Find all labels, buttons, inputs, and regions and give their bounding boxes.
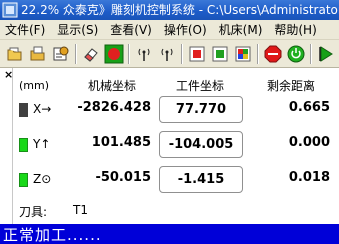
status-text: 正常加工......	[3, 225, 102, 244]
toolbar	[0, 40, 339, 68]
axis-z-indicator	[19, 173, 28, 187]
axis-y-indicator	[19, 138, 28, 152]
axis-x-indicator	[19, 103, 28, 117]
multi-square-icon	[235, 46, 250, 61]
stop-button[interactable]	[102, 42, 125, 65]
toolbar-separator	[257, 43, 258, 64]
settings-button[interactable]	[49, 42, 72, 65]
axis-z-label: Z⊙	[33, 172, 52, 186]
menu-operation[interactable]: 操作(O)	[158, 20, 213, 39]
toolbar-separator	[75, 43, 76, 64]
wireless-icon	[138, 48, 149, 61]
axis-z-work-field[interactable]: -1.415	[159, 166, 243, 193]
menu-bar: 文件(F) 显示(S) 查看(V) 操作(O) 机床(M) 帮助(H)	[0, 20, 339, 40]
axis-row-z: Z⊙ -50.015 -1.415 0.018	[0, 164, 339, 194]
reset-button[interactable]	[284, 42, 307, 65]
axis-y-label: Y↑	[33, 137, 51, 151]
menu-view[interactable]: 查看(V)	[104, 20, 158, 39]
axis-x-machine-value: -2826.428	[77, 100, 151, 115]
axis-y-work-field[interactable]: -104.005	[159, 131, 243, 158]
axis-row-x: X→ -2826.428 77.770 0.665	[0, 94, 339, 124]
tool-label: 刀具:	[19, 205, 48, 219]
reset-icon	[287, 45, 304, 62]
axis-z-machine-value: -50.015	[95, 170, 151, 185]
tool-value: T1	[73, 203, 88, 217]
save-icon	[30, 46, 44, 60]
axis-y-remaining-value: 0.000	[288, 135, 330, 150]
wireless-button-2[interactable]	[155, 42, 178, 65]
open-file-button[interactable]	[3, 42, 26, 65]
wireless-icon	[161, 48, 172, 61]
green-square-button[interactable]	[208, 42, 231, 65]
toolbar-separator	[181, 43, 182, 64]
menu-display[interactable]: 显示(S)	[51, 20, 104, 39]
axis-x-remaining-value: 0.665	[288, 100, 330, 115]
axis-z-remaining-value: 0.018	[288, 170, 330, 185]
wireless-button-1[interactable]	[132, 42, 155, 65]
open-file-icon	[7, 47, 21, 60]
unit-label: (mm)	[19, 79, 50, 92]
green-square-icon	[212, 46, 227, 61]
menu-machine[interactable]: 机床(M)	[213, 20, 269, 39]
red-square-button[interactable]	[185, 42, 208, 65]
stop-icon	[104, 44, 123, 63]
run-button[interactable]	[314, 42, 337, 65]
machine-coord-header: 机械坐标	[88, 79, 137, 93]
stop-sign-button[interactable]	[261, 42, 284, 65]
axis-x-work-field[interactable]: 77.770	[159, 96, 243, 123]
app-icon	[2, 2, 18, 18]
eraser-button[interactable]	[79, 42, 102, 65]
work-coord-header: 工件坐标	[176, 79, 225, 93]
toolbar-separator	[310, 43, 311, 64]
multi-square-button[interactable]	[231, 42, 254, 65]
axis-y-machine-value: 101.485	[91, 135, 151, 150]
menu-help[interactable]: 帮助(H)	[268, 20, 322, 39]
title-bar[interactable]: 22.2% 众泰克》雕刻机控制系统 - C:\Users\Administrat…	[0, 0, 339, 20]
save-button[interactable]	[26, 42, 49, 65]
toolbar-separator	[128, 43, 129, 64]
axis-x-label: X→	[33, 102, 52, 116]
coordinate-panel: × (mm) 机械坐标 工件坐标 剩余距离 X→ -2826.428 77.77…	[0, 68, 339, 224]
status-bar: 正常加工......	[0, 224, 339, 244]
settings-icon	[53, 46, 68, 60]
remaining-distance-header: 剩余距离	[267, 79, 316, 93]
window-title: 22.2% 众泰克》雕刻机控制系统 - C:\Users\Administrat…	[21, 3, 339, 17]
axis-row-y: Y↑ 101.485 -104.005 0.000	[0, 129, 339, 159]
stop-sign-icon	[264, 45, 281, 62]
menu-file[interactable]: 文件(F)	[0, 20, 51, 39]
eraser-icon	[83, 47, 98, 62]
run-icon	[318, 45, 333, 62]
red-square-icon	[189, 46, 204, 61]
